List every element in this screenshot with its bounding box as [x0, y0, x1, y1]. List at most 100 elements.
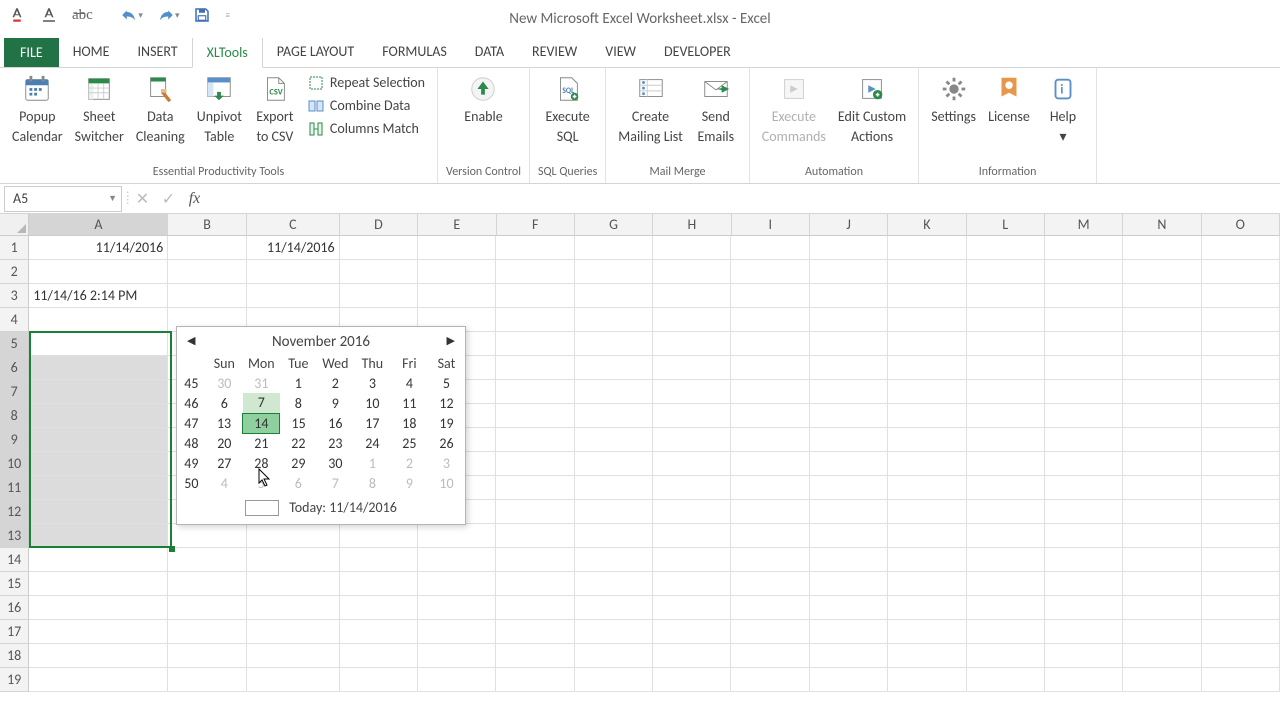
calendar-day[interactable]: 7 [317, 473, 354, 493]
tab-developer[interactable]: DEVELOPER [650, 37, 745, 67]
cell-G15[interactable] [575, 572, 653, 596]
cell-K6[interactable] [888, 356, 966, 380]
col-header-D[interactable]: D [340, 214, 418, 236]
cell-B16[interactable] [168, 596, 246, 620]
cell-H10[interactable] [653, 452, 731, 476]
cell-I9[interactable] [731, 428, 809, 452]
cell-N16[interactable] [1123, 596, 1201, 620]
cell-M19[interactable] [1045, 668, 1123, 692]
cell-I4[interactable] [731, 308, 809, 332]
cell-F7[interactable] [496, 380, 574, 404]
cell-G7[interactable] [575, 380, 653, 404]
calendar-day[interactable]: 8 [354, 473, 391, 493]
cell-O18[interactable] [1202, 644, 1280, 668]
cell-E1[interactable] [418, 236, 496, 260]
columns-match-button[interactable]: Columns Match [304, 118, 429, 139]
cell-J8[interactable] [810, 404, 888, 428]
tab-formulas[interactable]: FORMULAS [368, 37, 461, 67]
row-header-7[interactable]: 7 [0, 380, 29, 404]
cell-F4[interactable] [496, 308, 574, 332]
cell-E18[interactable] [418, 644, 496, 668]
cell-I13[interactable] [731, 524, 809, 548]
calendar-day[interactable]: 24 [354, 433, 391, 453]
cell-K1[interactable] [888, 236, 966, 260]
calendar-day[interactable]: 22 [280, 433, 317, 453]
calendar-day[interactable]: 9 [391, 473, 428, 493]
cell-K19[interactable] [888, 668, 966, 692]
cell-M12[interactable] [1045, 500, 1123, 524]
formula-input[interactable] [207, 187, 1280, 211]
chevron-down-icon[interactable]: ▼ [108, 193, 117, 204]
calendar-day[interactable]: 16 [317, 413, 354, 433]
create-mailing-list-button[interactable]: CreateMailing List [614, 70, 687, 148]
cell-K14[interactable] [888, 548, 966, 572]
cell-F5[interactable] [496, 332, 574, 356]
cell-K7[interactable] [888, 380, 966, 404]
cell-D2[interactable] [340, 260, 418, 284]
row-header-11[interactable]: 11 [0, 476, 29, 500]
cell-A11[interactable] [29, 476, 168, 500]
calendar-day[interactable]: 15 [280, 413, 317, 433]
cell-A15[interactable] [29, 572, 168, 596]
cell-G18[interactable] [575, 644, 653, 668]
cell-A14[interactable] [29, 548, 168, 572]
cell-I5[interactable] [731, 332, 809, 356]
calendar-title[interactable]: November 2016 [272, 333, 370, 351]
cell-A19[interactable] [29, 668, 168, 692]
cell-H14[interactable] [653, 548, 731, 572]
cell-C2[interactable] [247, 260, 340, 284]
cell-K11[interactable] [888, 476, 966, 500]
cell-D1[interactable] [340, 236, 418, 260]
cell-M5[interactable] [1045, 332, 1123, 356]
cell-F3[interactable] [496, 284, 574, 308]
cell-F9[interactable] [496, 428, 574, 452]
cell-H12[interactable] [653, 500, 731, 524]
cell-H1[interactable] [653, 236, 731, 260]
cell-I2[interactable] [731, 260, 809, 284]
calendar-day[interactable]: 8 [280, 393, 317, 413]
tab-insert[interactable]: INSERT [124, 37, 192, 67]
popup-calendar-button[interactable]: PopupCalendar [8, 70, 67, 148]
row-header-18[interactable]: 18 [0, 644, 29, 668]
cell-M14[interactable] [1045, 548, 1123, 572]
cell-F6[interactable] [496, 356, 574, 380]
cell-I11[interactable] [731, 476, 809, 500]
cell-A13[interactable] [29, 524, 168, 548]
cell-O14[interactable] [1202, 548, 1280, 572]
cell-H16[interactable] [653, 596, 731, 620]
cell-G12[interactable] [575, 500, 653, 524]
cell-K8[interactable] [888, 404, 966, 428]
calendar-day[interactable]: 5 [428, 373, 465, 393]
cell-O12[interactable] [1202, 500, 1280, 524]
tab-view[interactable]: VIEW [591, 37, 650, 67]
cell-O2[interactable] [1202, 260, 1280, 284]
cell-L13[interactable] [967, 524, 1045, 548]
cell-I18[interactable] [731, 644, 809, 668]
cell-M8[interactable] [1045, 404, 1123, 428]
cell-O6[interactable] [1202, 356, 1280, 380]
cell-G3[interactable] [575, 284, 653, 308]
cell-B1[interactable] [168, 236, 246, 260]
cell-J1[interactable] [810, 236, 888, 260]
calendar-day[interactable]: 1 [280, 373, 317, 393]
cell-N14[interactable] [1123, 548, 1201, 572]
cell-M13[interactable] [1045, 524, 1123, 548]
cell-E15[interactable] [418, 572, 496, 596]
col-header-J[interactable]: J [810, 214, 888, 236]
calendar-day[interactable]: 5 [243, 473, 280, 493]
cell-O1[interactable] [1202, 236, 1280, 260]
calendar-day[interactable]: 28 [243, 453, 280, 473]
name-box[interactable]: A5 ▼ [4, 186, 122, 212]
cell-J13[interactable] [810, 524, 888, 548]
cell-B3[interactable] [168, 284, 246, 308]
cell-F17[interactable] [496, 620, 574, 644]
tab-review[interactable]: REVIEW [518, 37, 591, 67]
cell-J10[interactable] [810, 452, 888, 476]
save-icon[interactable] [193, 6, 211, 24]
row-header-4[interactable]: 4 [0, 308, 29, 332]
cell-L5[interactable] [967, 332, 1045, 356]
cell-L14[interactable] [967, 548, 1045, 572]
cell-O3[interactable] [1202, 284, 1280, 308]
font-color-under-icon[interactable] [40, 6, 58, 24]
cell-A18[interactable] [29, 644, 168, 668]
